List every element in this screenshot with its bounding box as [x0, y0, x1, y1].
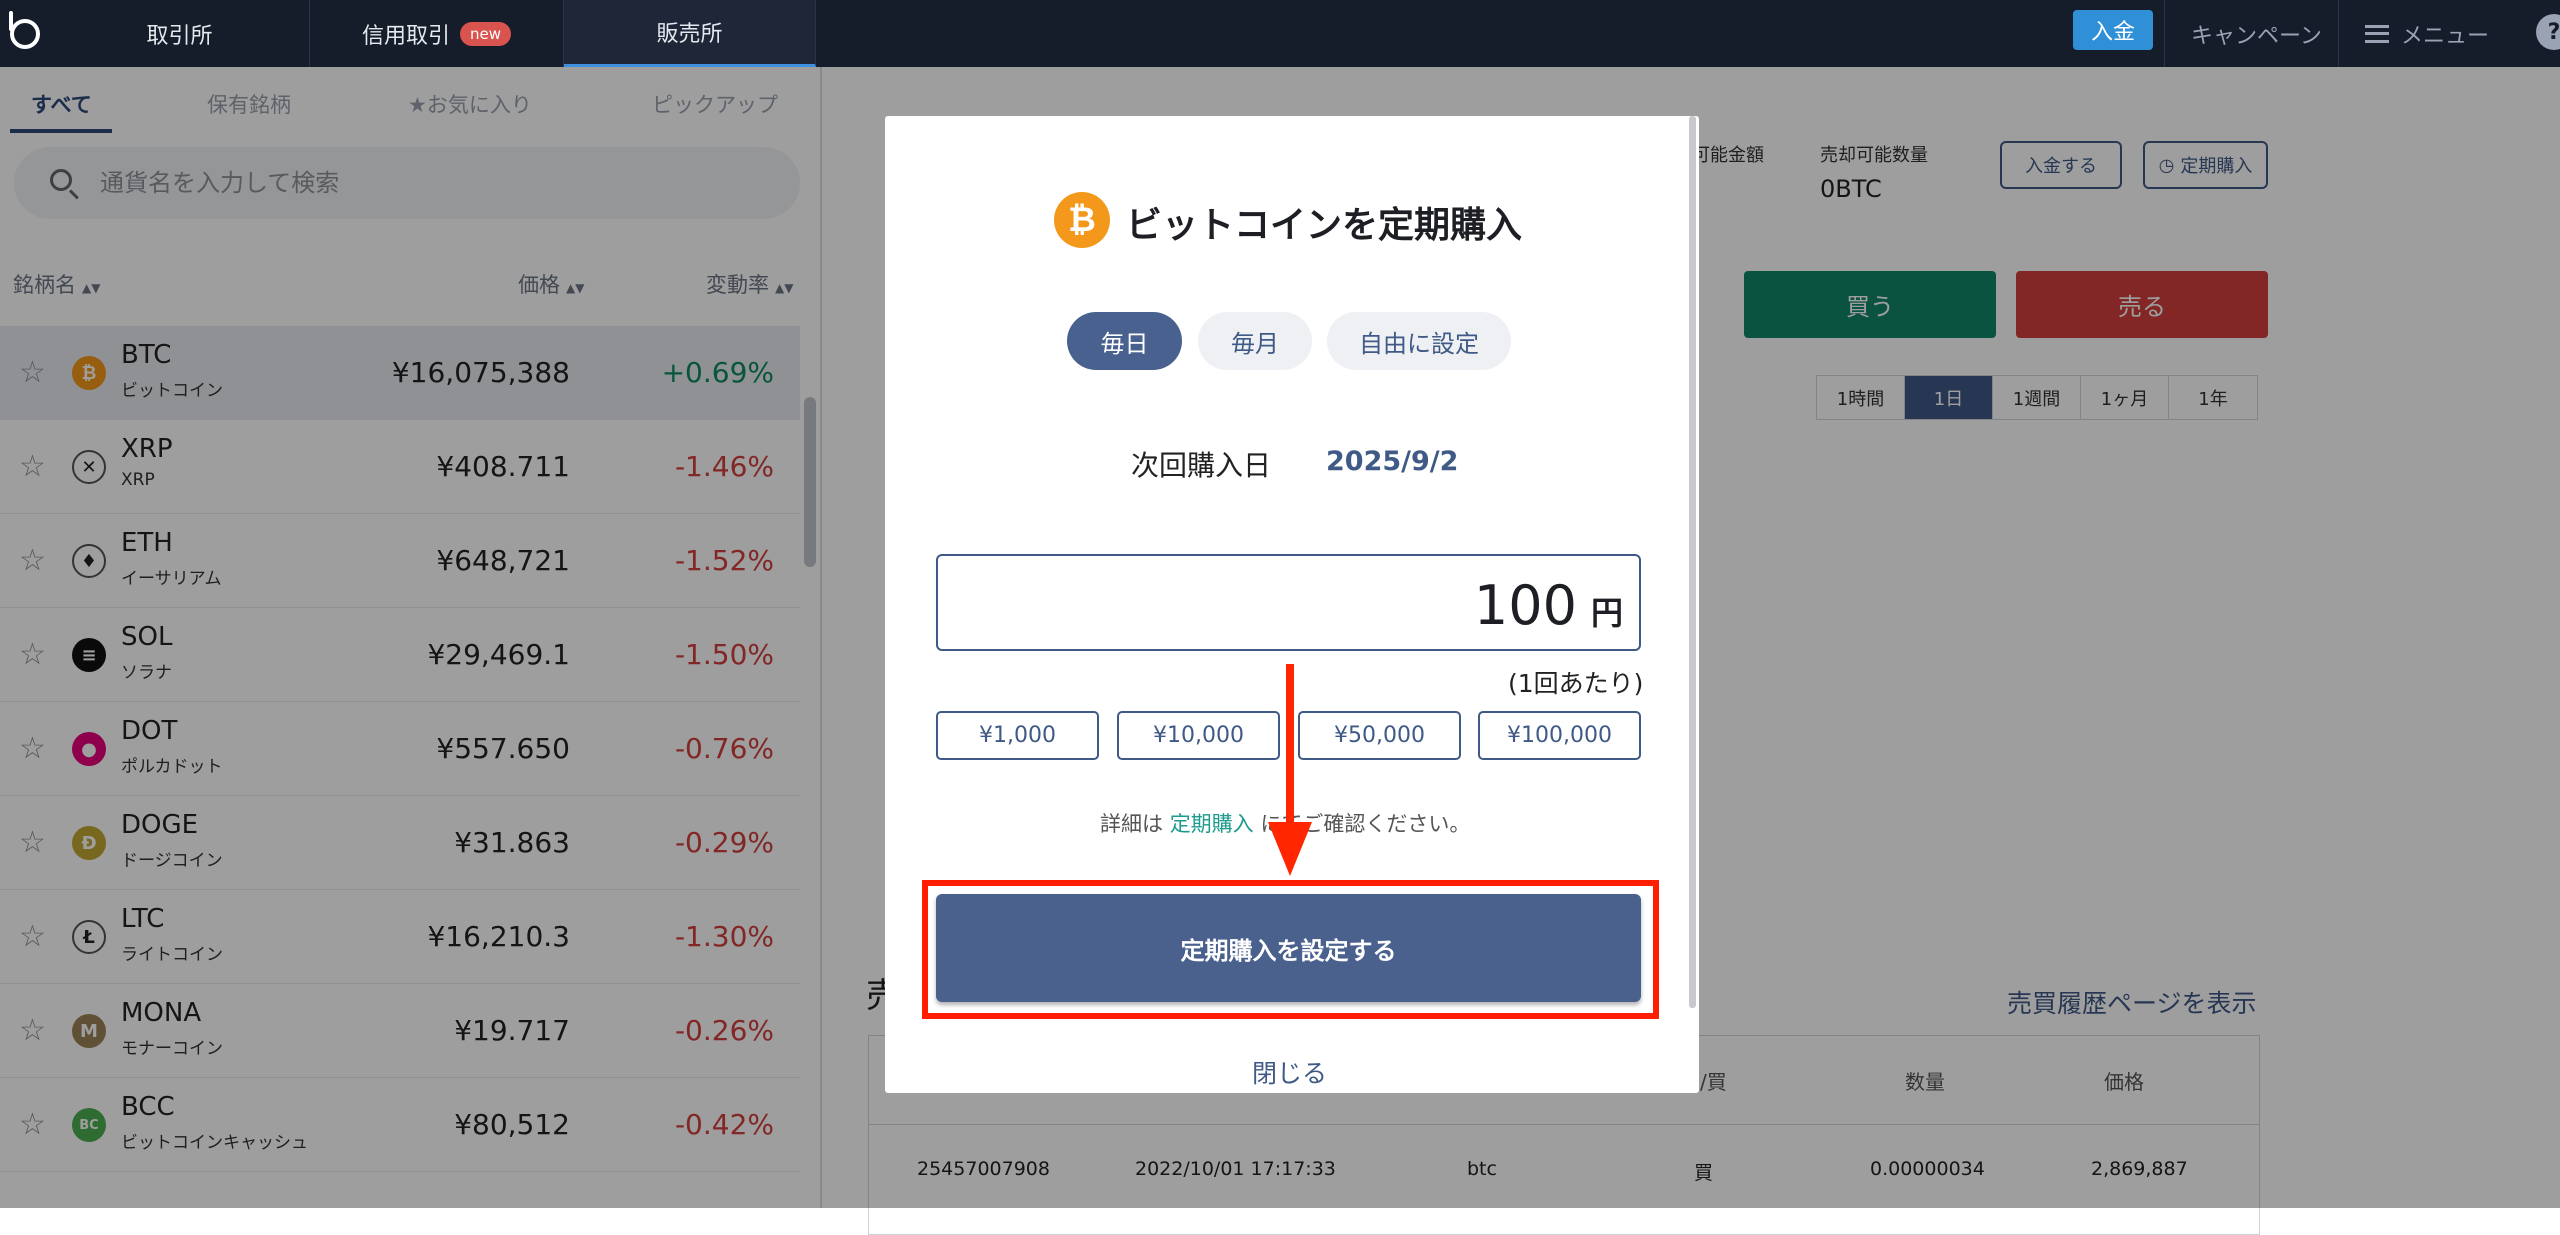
- nav-margin[interactable]: 信用取引 new: [310, 0, 564, 67]
- help-icon[interactable]: ?: [2536, 14, 2560, 50]
- per-time-note: (1回あたり): [1508, 669, 1644, 698]
- close-button[interactable]: 閉じる: [1252, 1054, 1327, 1090]
- new-badge: new: [460, 21, 512, 46]
- preset-1000-button[interactable]: ¥1,000: [936, 711, 1099, 760]
- preset-100000-button[interactable]: ¥100,000: [1478, 711, 1641, 760]
- yen-unit: 円: [1590, 594, 1623, 632]
- amount-input[interactable]: 100 円: [936, 554, 1641, 651]
- next-purchase-label: 次回購入日: [1131, 449, 1272, 482]
- recurring-detail-link[interactable]: 定期購入: [1170, 812, 1254, 836]
- nav-exchange[interactable]: 取引所: [50, 0, 310, 67]
- preset-10000-button[interactable]: ¥10,000: [1117, 711, 1280, 760]
- top-bar: 取引所 信用取引 new 販売所 入金 キャンペーン メニュー ?: [0, 0, 2560, 67]
- campaign-link[interactable]: キャンペーン: [2164, 0, 2338, 67]
- modal-scrollbar[interactable]: [1689, 116, 1696, 1008]
- modal-title: ビットコインを定期購入: [1126, 205, 1523, 246]
- preset-50000-button[interactable]: ¥50,000: [1298, 711, 1461, 760]
- frequency-daily[interactable]: 毎日: [1067, 312, 1182, 370]
- frequency-monthly[interactable]: 毎月: [1198, 312, 1312, 370]
- amount-value: 100: [1473, 574, 1577, 637]
- menu-button[interactable]: メニュー: [2338, 0, 2536, 67]
- set-recurring-purchase-button[interactable]: 定期購入を設定する: [936, 894, 1641, 1002]
- logo-icon[interactable]: [0, 0, 50, 67]
- annotation-arrow-head-icon: [1268, 822, 1312, 876]
- annotation-arrow-shaft: [1286, 664, 1294, 840]
- nav-sales-office[interactable]: 販売所: [564, 0, 816, 67]
- bitcoin-icon: ₿: [1054, 192, 1110, 248]
- next-purchase-date: 2025/9/2: [1326, 446, 1459, 477]
- hamburger-icon: [2365, 24, 2389, 43]
- frequency-custom[interactable]: 自由に設定: [1327, 312, 1511, 370]
- deposit-button[interactable]: 入金: [2073, 10, 2153, 50]
